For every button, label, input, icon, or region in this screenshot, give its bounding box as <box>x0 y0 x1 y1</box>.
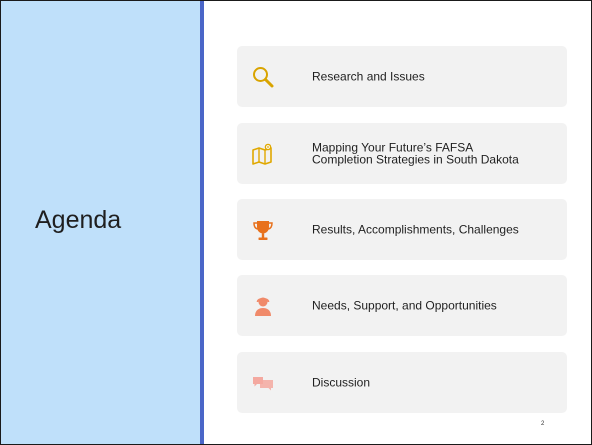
agenda-item-results: Results, Accomplishments, Challenges <box>237 199 567 260</box>
trophy-icon <box>251 218 275 242</box>
person-with-headset-icon <box>251 294 275 318</box>
agenda-title: Agenda <box>35 206 122 234</box>
speech-bubbles-icon <box>251 371 275 395</box>
magnifying-glass-icon <box>251 65 275 89</box>
agenda-item-mapping: Mapping Your Future’s FAFSA Completion S… <box>237 123 567 184</box>
agenda-item-research: Research and Issues <box>237 46 567 107</box>
agenda-item-label: Mapping Your Future’s FAFSA Completion S… <box>312 139 519 167</box>
slide: Agenda Research and Issues Mapping Your … <box>0 0 592 445</box>
vertical-divider <box>200 1 204 444</box>
page-number: 2 <box>541 421 545 427</box>
map-icon <box>251 142 275 166</box>
left-panel: Agenda <box>1 1 200 444</box>
agenda-item-label: Needs, Support, and Opportunities <box>312 298 497 313</box>
agenda-item-label: Research and Issues <box>312 69 425 84</box>
agenda-item-label: Results, Accomplishments, Challenges <box>312 222 519 237</box>
agenda-item-needs: Needs, Support, and Opportunities <box>237 275 567 336</box>
agenda-item-label: Discussion <box>312 375 371 390</box>
agenda-item-discussion: Discussion <box>237 352 567 413</box>
